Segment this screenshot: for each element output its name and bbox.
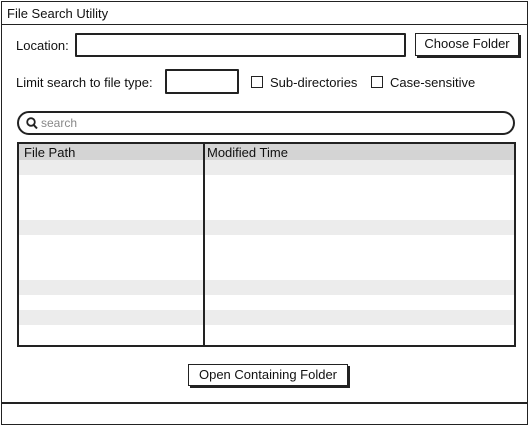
location-label: Location: [16, 38, 69, 53]
table-row[interactable] [19, 250, 514, 265]
table-row[interactable] [19, 190, 514, 205]
case-sensitive-label: Case-sensitive [390, 75, 476, 90]
column-header-modified-time[interactable]: Modified Time [207, 145, 288, 160]
column-header-file-path[interactable]: File Path [24, 145, 75, 160]
table-row[interactable] [19, 235, 514, 250]
table-row[interactable] [19, 310, 514, 325]
search-icon [26, 117, 38, 130]
table-row[interactable] [19, 295, 514, 310]
window-title: File Search Utility [7, 6, 109, 21]
file-type-label: Limit search to file type: [16, 75, 153, 90]
table-header: File Path Modified Time [19, 144, 514, 160]
subdirectories-label: Sub-directories [270, 75, 358, 90]
search-input[interactable] [41, 115, 501, 131]
location-field[interactable] [75, 33, 406, 57]
table-row[interactable] [19, 160, 514, 175]
table-row[interactable] [19, 280, 514, 295]
choose-folder-button[interactable]: Choose Folder [415, 33, 519, 56]
status-bar-divider [2, 402, 527, 404]
app-window: File Search Utility Location: Choose Fol… [1, 1, 528, 425]
case-sensitive-checkbox[interactable] [371, 76, 383, 88]
table-row[interactable] [19, 325, 514, 340]
table-row[interactable] [19, 175, 514, 190]
results-table[interactable]: File Path Modified Time [17, 142, 516, 347]
subdirectories-checkbox[interactable] [251, 76, 263, 88]
search-box[interactable] [17, 111, 515, 135]
open-containing-folder-button[interactable]: Open Containing Folder [188, 364, 348, 386]
title-bar: File Search Utility [2, 2, 527, 25]
column-divider[interactable] [203, 144, 205, 345]
table-row[interactable] [19, 220, 514, 235]
file-type-field[interactable] [165, 69, 239, 94]
